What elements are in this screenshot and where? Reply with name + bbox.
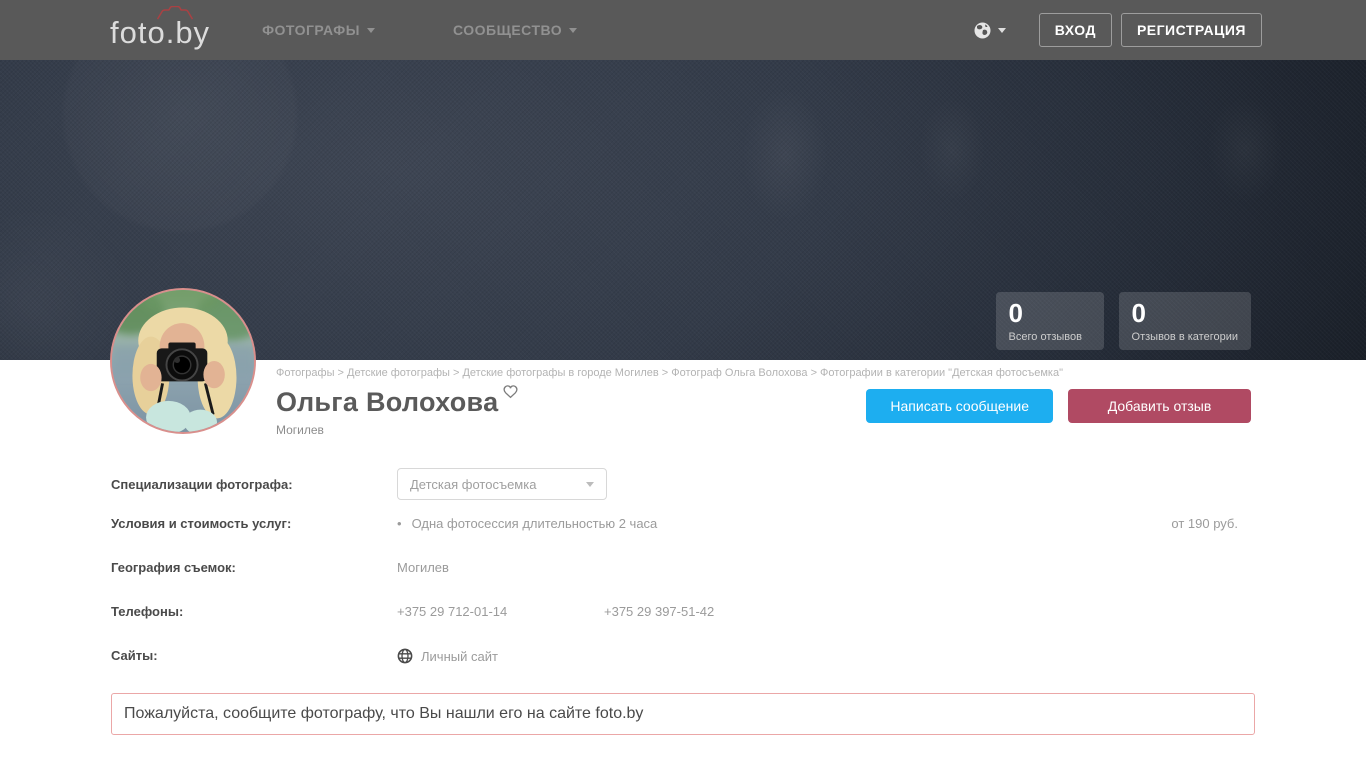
nav-item-community[interactable]: СООБЩЕСТВО [453, 22, 577, 38]
globe-icon [973, 21, 992, 40]
personal-site-link[interactable]: Личный сайт [397, 648, 498, 664]
logo-text: foto.by [110, 15, 210, 50]
navbar-right: ВХОД РЕГИСТРАЦИЯ [973, 13, 1262, 47]
breadcrumb[interactable]: Фотографы > Детские фотографы > Детские … [276, 367, 1255, 379]
detail-label: Телефоны: [111, 604, 397, 619]
stat-total-reviews: 0 Всего отзывов [996, 292, 1104, 350]
language-selector[interactable] [973, 21, 1006, 40]
phone-number: +375 29 712-01-14 [397, 604, 604, 619]
send-message-button[interactable]: Написать сообщение [866, 389, 1053, 423]
site-logo[interactable]: foto.by [110, 9, 210, 51]
detail-row-pricing: Условия и стоимость услуг: • Одна фотосе… [111, 516, 1255, 531]
login-button[interactable]: ВХОД [1039, 13, 1112, 47]
detail-row-geography: География съемок: Могилев [111, 560, 1255, 575]
profile-city: Могилев [276, 423, 520, 437]
geography-value: Могилев [397, 560, 449, 575]
register-button[interactable]: РЕГИСТРАЦИЯ [1121, 13, 1262, 47]
phone-number: +375 29 397-51-42 [604, 604, 714, 619]
nav-item-label: ФОТОГРАФЫ [262, 22, 360, 38]
main-nav: ФОТОГРАФЫ СООБЩЕСТВО [262, 22, 577, 38]
avatar-photo [112, 290, 254, 432]
detail-label: Условия и стоимость услуг: [111, 516, 397, 531]
favorite-heart-icon[interactable] [501, 384, 520, 405]
stat-label: Отзывов в категории [1132, 331, 1238, 343]
pricing-price: от 190 руб. [1171, 516, 1238, 531]
stat-label: Всего отзывов [1009, 331, 1091, 343]
chevron-down-icon [586, 482, 594, 487]
hero-banner: 0 Всего отзывов 0 Отзывов в категории [0, 60, 1366, 360]
profile-actions: Написать сообщение Добавить отзыв [866, 389, 1251, 423]
profile-avatar[interactable] [110, 288, 256, 434]
chevron-down-icon [367, 28, 375, 33]
page-title: Ольга Волохова [276, 388, 498, 416]
bullet-icon: • [397, 516, 402, 531]
review-stats: 0 Всего отзывов 0 Отзывов в категории [996, 292, 1251, 350]
selected-option: Детская фотосъемка [410, 477, 536, 492]
notice-banner: Пожалуйста, сообщите фотографу, что Вы н… [111, 693, 1255, 735]
detail-row-specializations: Специализации фотографа: Детская фотосъе… [111, 468, 1255, 500]
chevron-down-icon [998, 28, 1006, 33]
stat-value: 0 [1132, 300, 1238, 326]
stat-category-reviews: 0 Отзывов в категории [1119, 292, 1251, 350]
detail-row-phones: Телефоны: +375 29 712-01-14 +375 29 397-… [111, 604, 1255, 619]
profile-header: Ольга Волохова Могилев Написать сообщени… [276, 388, 1255, 437]
camera-logo-icon [156, 6, 194, 20]
detail-label: Специализации фотографа: [111, 477, 397, 492]
stat-value: 0 [1009, 300, 1091, 326]
detail-row-sites: Сайты: Личный сайт [111, 648, 1255, 664]
navbar: foto.by ФОТОГРАФЫ СООБЩЕСТВО ВХОД РЕГИСТ… [0, 0, 1366, 60]
nav-item-photographers[interactable]: ФОТОГРАФЫ [262, 22, 375, 38]
add-review-button[interactable]: Добавить отзыв [1068, 389, 1251, 423]
profile-details: Специализации фотографа: Детская фотосъе… [111, 468, 1255, 664]
nav-item-label: СООБЩЕСТВО [453, 22, 562, 38]
detail-label: География съемок: [111, 560, 397, 575]
chevron-down-icon [569, 28, 577, 33]
pricing-item: Одна фотосессия длительностью 2 часа [412, 516, 658, 531]
specialization-select[interactable]: Детская фотосъемка [397, 468, 607, 500]
site-link-label: Личный сайт [421, 649, 498, 664]
detail-label: Сайты: [111, 648, 397, 663]
globe-icon [397, 648, 413, 664]
profile-identity: Ольга Волохова Могилев [276, 388, 520, 437]
